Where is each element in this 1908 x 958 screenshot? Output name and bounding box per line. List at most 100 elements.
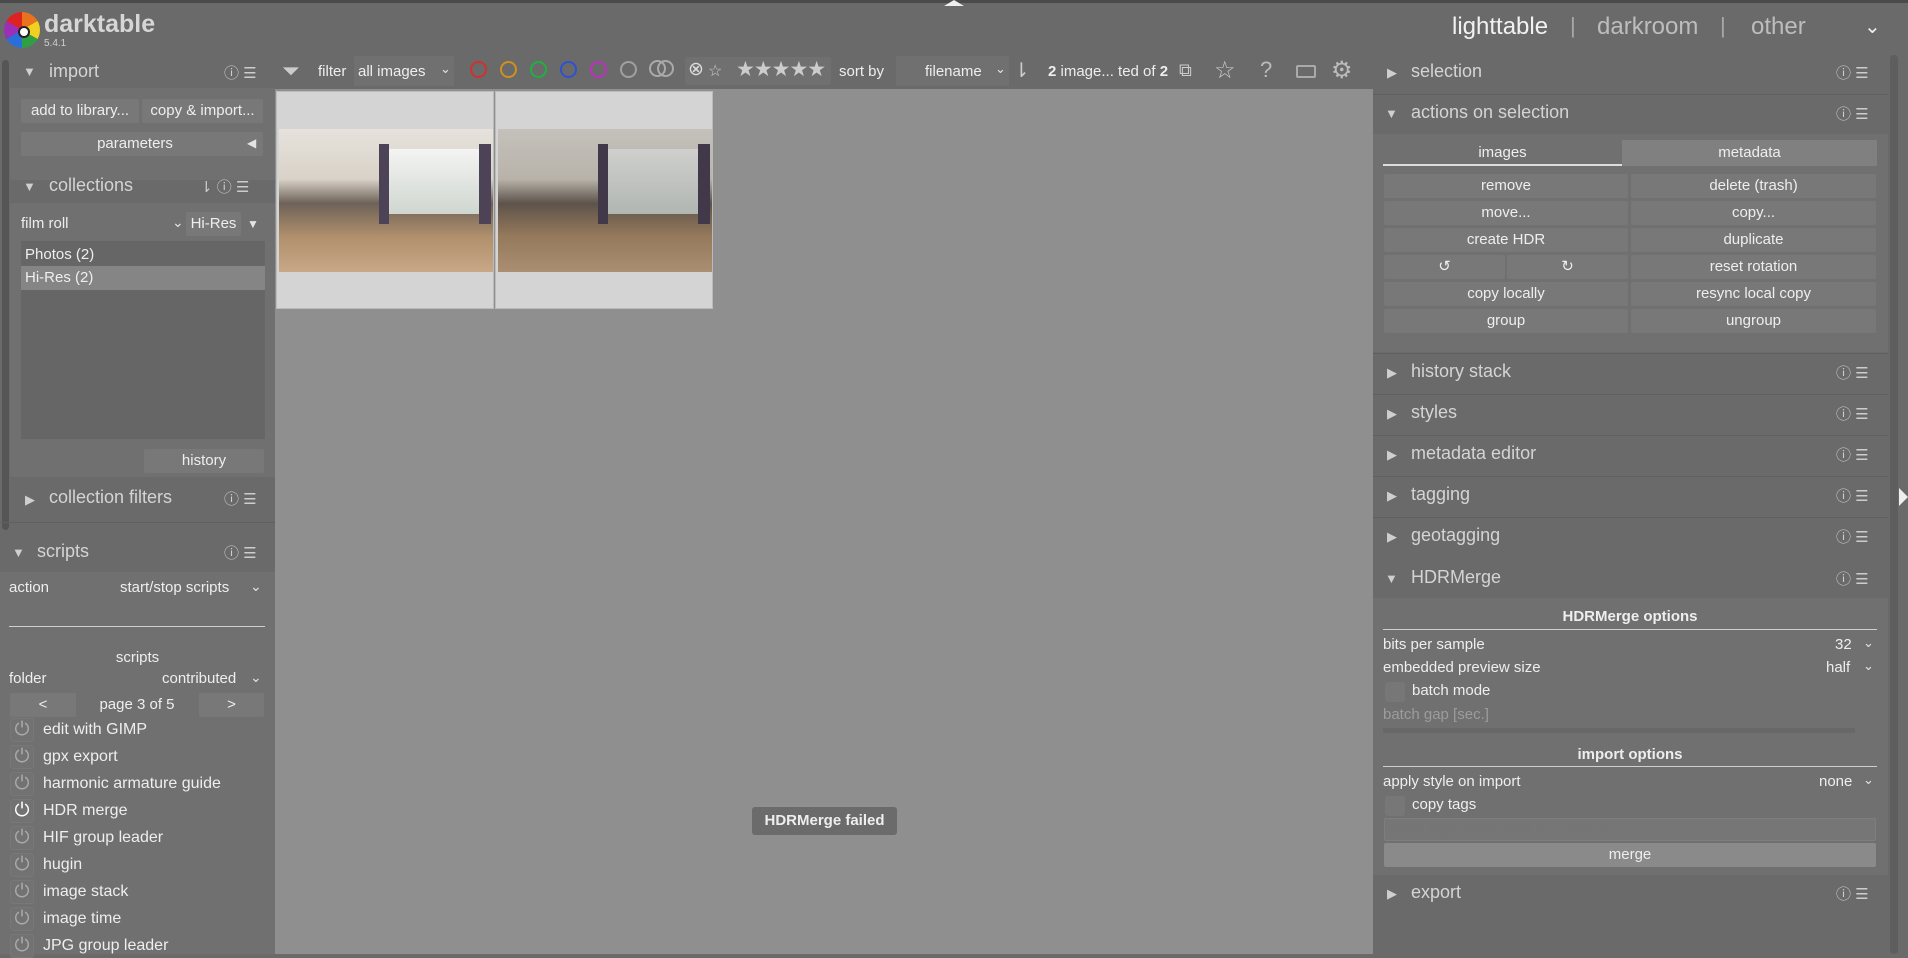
chevron-down-icon[interactable]: ⌄ [172, 214, 184, 231]
gear-icon[interactable]: ⚙ [1331, 56, 1353, 85]
module-title[interactable]: metadata editor [1411, 443, 1536, 464]
expanded-triangle-icon[interactable]: ▼ [1385, 106, 1398, 121]
expanded-triangle-icon[interactable]: ▼ [1385, 571, 1398, 586]
module-title-export[interactable]: export [1411, 882, 1461, 903]
thumbnail[interactable] [276, 91, 494, 309]
chevron-down-icon[interactable]: ⌄ [250, 669, 262, 686]
collapsed-triangle-icon[interactable]: ▶ [1387, 65, 1397, 81]
action-button[interactable]: create HDR [1384, 228, 1628, 252]
reject-icon[interactable]: ⊗ [688, 58, 704, 81]
info-menu-icons[interactable]: ⓘ ☰ [1836, 568, 1869, 589]
power-icon[interactable]: ⏻ [10, 745, 34, 769]
module-title[interactable]: geotagging [1411, 525, 1500, 546]
color-label-red-icon[interactable] [470, 61, 487, 78]
copy-import-button[interactable]: copy & import... [142, 99, 263, 123]
power-icon[interactable]: ⏻ [10, 934, 34, 958]
batch-mode-checkbox[interactable] [1385, 682, 1405, 702]
prev-page-button[interactable]: < [10, 693, 76, 717]
right-scrollbar[interactable] [1890, 55, 1898, 954]
tags-input[interactable] [1384, 818, 1876, 841]
collapsed-triangle-icon[interactable]: ▶ [1387, 886, 1397, 902]
view-other[interactable]: other [1751, 13, 1806, 41]
info-menu-icons[interactable]: ⓘ ☰ [1836, 444, 1869, 465]
apply-style-dropdown[interactable]: none [1819, 773, 1852, 790]
action-button[interactable]: duplicate [1631, 228, 1876, 252]
module-title[interactable]: history stack [1411, 361, 1511, 382]
rotate-ccw-button[interactable]: ↺ [1384, 255, 1505, 279]
script-item[interactable]: image time [43, 910, 121, 928]
next-page-button[interactable]: > [199, 693, 264, 717]
power-icon[interactable]: ⏻ [10, 718, 34, 742]
info-menu-icons[interactable]: ⓘ ☰ [1836, 883, 1869, 904]
info-menu-icons[interactable]: ⓘ ☰ [1836, 103, 1869, 124]
action-button[interactable]: resync local copy [1631, 282, 1876, 306]
collapsed-triangle-icon[interactable]: ▶ [1387, 406, 1397, 422]
preview-size-dropdown[interactable]: half [1826, 659, 1850, 676]
module-title[interactable]: tagging [1411, 484, 1470, 505]
module-title-scripts[interactable]: scripts [37, 541, 89, 562]
module-title-selection[interactable]: selection [1411, 61, 1482, 82]
keyboard-icon[interactable] [1296, 65, 1316, 78]
parameters-button[interactable]: parameters [21, 132, 263, 156]
collection-item[interactable]: Photos (2) [25, 243, 265, 267]
reset-rotation-button[interactable]: reset rotation [1631, 255, 1876, 279]
thumbnail[interactable] [495, 91, 713, 309]
script-item[interactable]: harmonic armature guide [43, 775, 221, 793]
info-menu-icons[interactable]: ⓘ ☰ [1836, 362, 1869, 383]
module-title[interactable]: styles [1411, 402, 1457, 423]
action-dropdown[interactable]: start/stop scripts [120, 579, 229, 596]
folder-dropdown[interactable]: contributed [162, 670, 236, 687]
view-darkroom[interactable]: darkroom [1597, 13, 1698, 41]
action-button[interactable]: delete (trash) [1631, 174, 1876, 198]
script-item[interactable]: edit with GIMP [43, 721, 147, 739]
merge-button[interactable]: merge [1384, 843, 1876, 867]
info-menu-icons[interactable]: ⓘ ☰ [224, 542, 257, 563]
info-menu-icons[interactable]: ⓘ ☰ [1836, 526, 1869, 547]
action-button[interactable]: move... [1384, 201, 1628, 225]
module-title-hdrmerge[interactable]: HDRMerge [1411, 567, 1501, 588]
tab-metadata[interactable]: metadata [1622, 140, 1877, 166]
module-title-collections[interactable]: collections [49, 175, 133, 196]
sort-info-menu-icons[interactable]: ⇂ ⓘ ☰ [200, 176, 249, 197]
chevron-down-icon[interactable]: ⌄ [250, 578, 262, 595]
color-label-purple-icon[interactable] [590, 61, 607, 78]
sort-order-icon[interactable]: ⇂ [1013, 58, 1030, 83]
collection-item-selected[interactable]: Hi-Res (2) [21, 266, 265, 290]
module-title-import[interactable]: import [49, 61, 99, 82]
info-menu-icons[interactable]: ⓘ ☰ [1836, 62, 1869, 83]
expanded-triangle-icon[interactable]: ▼ [12, 545, 25, 560]
script-item[interactable]: image stack [43, 883, 128, 901]
power-icon[interactable]: ⏻ [10, 853, 34, 877]
batch-gap-slider[interactable] [1383, 728, 1855, 733]
info-menu-icons[interactable]: ⓘ ☰ [1836, 485, 1869, 506]
module-title-collection-filters[interactable]: collection filters [49, 487, 172, 508]
add-to-library-button[interactable]: add to library... [21, 99, 139, 123]
expanded-triangle-icon[interactable]: ▼ [23, 179, 36, 194]
help-icon[interactable]: ? [1260, 57, 1272, 83]
copy-tags-checkbox[interactable] [1385, 796, 1405, 816]
power-icon[interactable]: ⏻ [10, 772, 34, 796]
collapsed-triangle-icon[interactable]: ▶ [1387, 488, 1397, 504]
script-item[interactable]: hugin [43, 856, 82, 874]
tab-images[interactable]: images [1383, 140, 1622, 166]
collapsed-triangle-icon[interactable]: ▶ [1387, 447, 1397, 463]
info-menu-icons[interactable]: ⓘ ☰ [224, 488, 257, 509]
script-item[interactable]: JPG group leader [43, 937, 168, 955]
chevron-down-icon[interactable]: ⌄ [1864, 14, 1881, 39]
expanded-triangle-icon[interactable]: ▼ [23, 64, 36, 79]
info-icon[interactable]: ⓘ ☰ [224, 62, 257, 83]
power-icon[interactable]: ⏻ [10, 880, 34, 904]
stars-icon[interactable]: ★★★★★ [736, 57, 826, 82]
power-icon[interactable]: ⏻ [10, 799, 34, 823]
rotate-cw-button[interactable]: ↻ [1507, 255, 1628, 279]
script-item[interactable]: gpx export [43, 748, 118, 766]
color-label-gray-icon[interactable] [620, 61, 637, 78]
color-union-icon[interactable] [657, 60, 674, 77]
filter-icon[interactable]: ⏷ [282, 58, 300, 84]
unstarred-icon[interactable]: ☆ [708, 61, 722, 81]
action-button[interactable]: ungroup [1631, 309, 1876, 333]
right-panel-toggle-icon[interactable] [1899, 488, 1908, 506]
module-title-actions-on-selection[interactable]: actions on selection [1411, 102, 1569, 123]
collapsed-triangle-icon[interactable]: ▶ [25, 492, 35, 508]
left-scrollbar[interactable] [2, 60, 9, 530]
